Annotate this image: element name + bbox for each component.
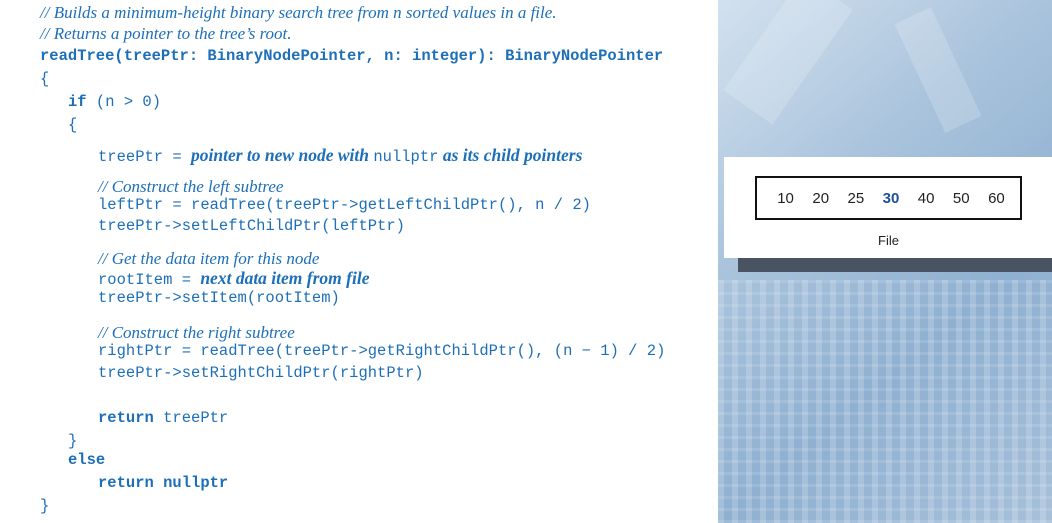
- set-item: treePtr->setItem(rootItem): [98, 289, 340, 307]
- alloc-prose-1: pointer to new node with: [191, 145, 374, 165]
- root-lhs: rootItem =: [98, 271, 201, 289]
- comment-returns: // Returns a pointer to the tree’s root.: [40, 24, 292, 43]
- file-value: 50: [952, 189, 970, 207]
- else-keyword: else: [68, 451, 106, 469]
- inner-brace-open: {: [68, 116, 78, 134]
- function-signature: readTree(treePtr: BinaryNodePointer, n: …: [40, 47, 664, 65]
- comment-right-subtree: // Construct the right subtree: [98, 323, 295, 342]
- file-label: File: [878, 233, 899, 248]
- file-value: 25: [847, 189, 865, 207]
- if-condition: (n > 0): [86, 93, 162, 111]
- return-line: return treePtr: [98, 409, 228, 427]
- file-value: 20: [812, 189, 830, 207]
- left-call: leftPtr = readTree(treePtr->getLeftChild…: [98, 196, 591, 214]
- brace-close: }: [40, 497, 50, 515]
- file-value: 10: [777, 189, 794, 207]
- root-prose: next data item from file: [200, 268, 370, 288]
- brace-open: {: [40, 70, 50, 88]
- file-values-box: 10 20 25 30 40 50 60: [755, 176, 1022, 220]
- comment-left-subtree: // Construct the left subtree: [98, 177, 284, 196]
- inner-brace-close: }: [68, 432, 78, 450]
- return-value: treePtr: [153, 409, 229, 427]
- building-facade: [718, 280, 1052, 523]
- alloc-prose-2: as its child pointers: [438, 145, 583, 165]
- alloc-lhs: treePtr =: [98, 148, 192, 166]
- code-listing: // Builds a minimum-height binary search…: [0, 0, 718, 523]
- comment-data-item: // Get the data item for this node: [98, 249, 320, 268]
- right-call: rightPtr = readTree(treePtr->getRightChi…: [98, 342, 666, 360]
- if-keyword: if: [68, 93, 87, 111]
- alloc-line: treePtr = pointer to new node with nullp…: [98, 145, 582, 166]
- root-line: rootItem = next data item from file: [98, 268, 369, 289]
- else-return: return nullptr: [98, 474, 229, 492]
- comment-builds: // Builds a minimum-height binary search…: [40, 3, 557, 22]
- file-value: 40: [917, 189, 935, 207]
- left-set: treePtr->setLeftChildPtr(leftPtr): [98, 217, 405, 235]
- file-value-highlighted: 30: [882, 189, 900, 207]
- file-panel-shadow: [738, 258, 1052, 272]
- return-keyword: return: [98, 409, 154, 427]
- file-value: 60: [988, 189, 1005, 207]
- alloc-code: nullptr: [373, 148, 439, 166]
- if-line: if (n > 0): [68, 93, 161, 111]
- right-set: treePtr->setRightChildPtr(rightPtr): [98, 364, 424, 382]
